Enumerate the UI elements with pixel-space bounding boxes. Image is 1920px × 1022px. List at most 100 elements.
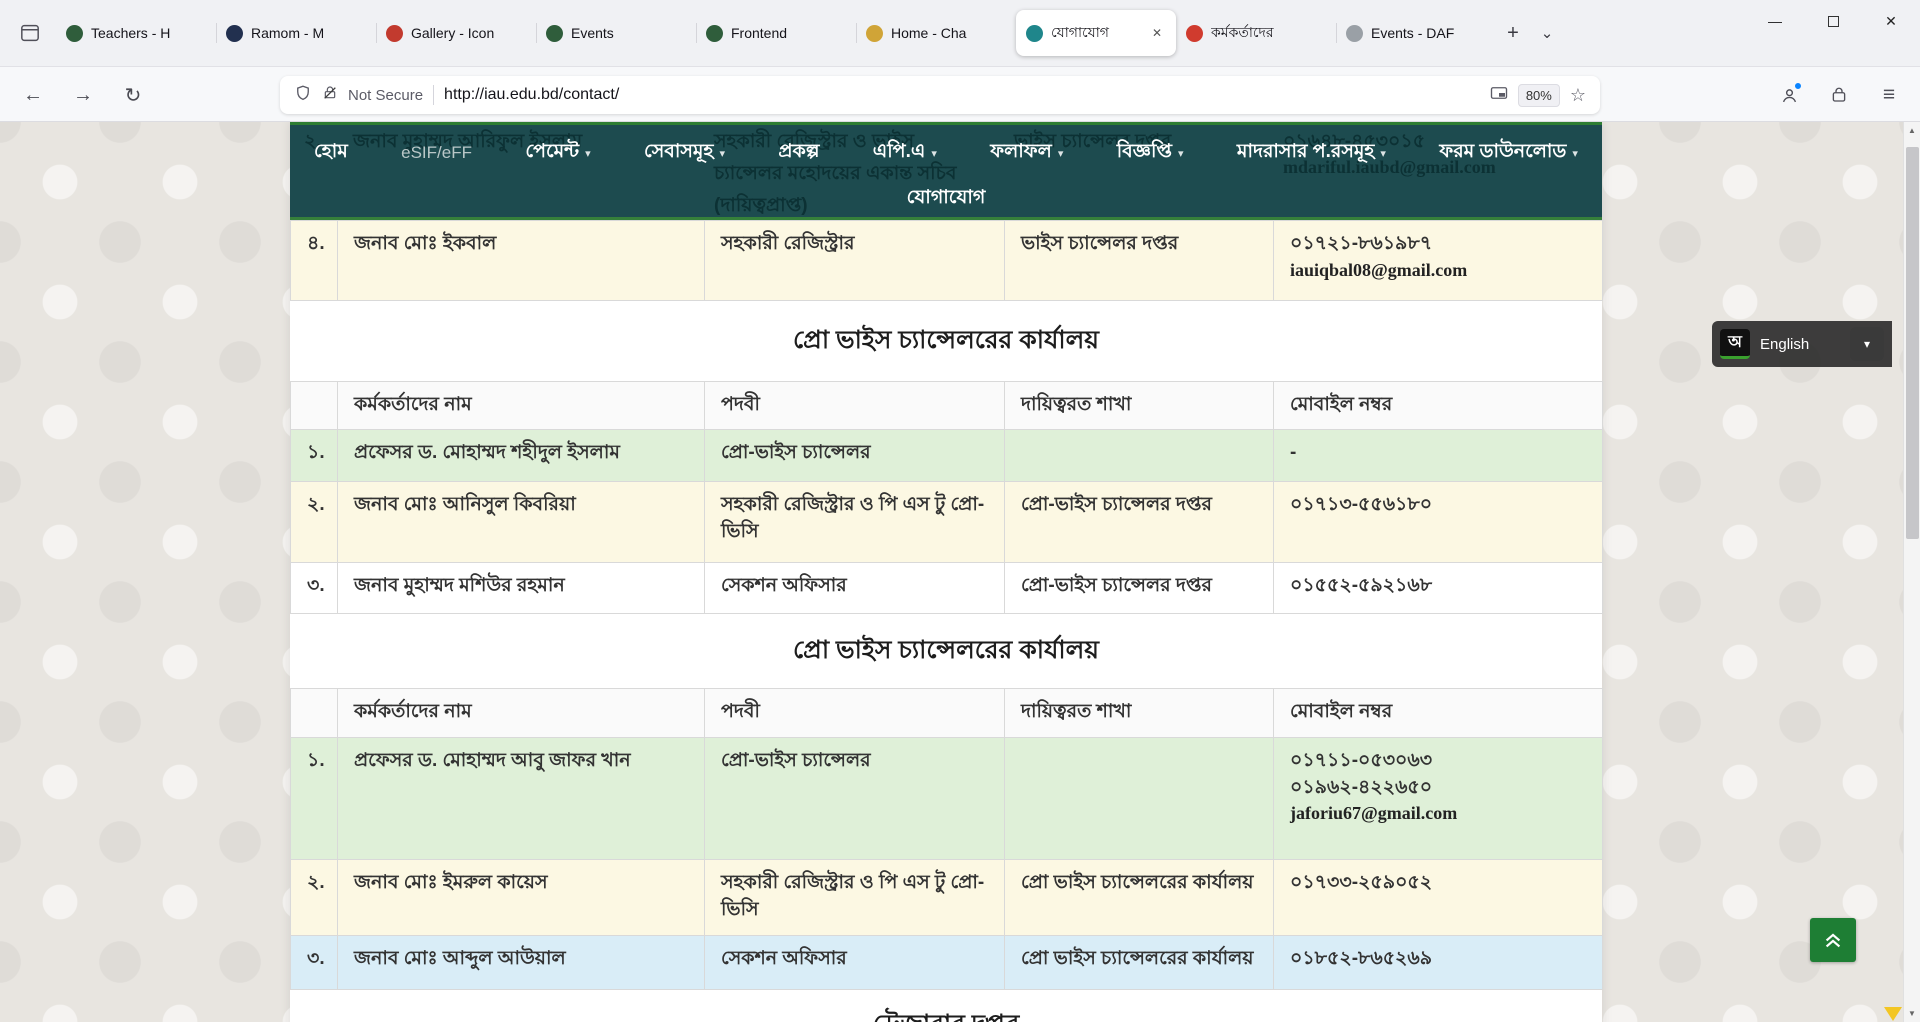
next-section-title: ট্রেজারার দপ্তর xyxy=(290,990,1602,1022)
account-icon[interactable] xyxy=(1770,76,1808,114)
close-button[interactable]: ✕ xyxy=(1862,0,1920,42)
cell-mobile: ০১৭২১-৮৬১৯৮৭ iauiqbal08@gmail.com xyxy=(1274,221,1603,301)
nav-item-label: সেবাসমূহ xyxy=(644,137,713,169)
list-all-tabs-button[interactable]: ⌄ xyxy=(1530,16,1564,50)
nav-item-payment[interactable]: পেমেন্ট ▾ xyxy=(525,137,590,169)
url-text[interactable]: http://iau.edu.bd/contact/ xyxy=(444,86,1480,104)
header-name: কর্মকর্তাদের নাম xyxy=(338,689,705,738)
language-dropdown-button[interactable]: ▾ xyxy=(1850,327,1884,361)
page-scrollbar[interactable]: ▲ ▼ xyxy=(1903,122,1920,1022)
email-address: jaforiu67@gmail.com xyxy=(1290,801,1586,826)
cell-name: জনাব মোঃ আব্দুল আউয়াল xyxy=(338,936,705,990)
table-row: ৩. জনাব মুহাম্মদ মশিউর রহমান সেকশন অফিসা… xyxy=(291,563,1603,614)
minimize-button[interactable]: — xyxy=(1746,0,1804,42)
cell-serial: ৩. xyxy=(291,936,338,990)
browser-tab[interactable]: Gallery - Icon xyxy=(376,10,536,56)
section-title: প্রো ভাইস চ্যান্সেলরের কার্যালয় xyxy=(290,301,1602,381)
cell-name: প্রফেসর ড. মোহাম্মদ শহীদুল ইসলাম xyxy=(338,430,705,482)
nav-item-contact[interactable]: যোগাযোগ xyxy=(907,183,986,215)
tab-favicon xyxy=(386,25,403,42)
new-tab-button[interactable]: + xyxy=(1496,16,1530,50)
nav-item-services[interactable]: সেবাসমূহ ▾ xyxy=(644,137,725,169)
tab-list: Teachers - H Ramom - M Gallery - Icon Ev… xyxy=(56,0,1496,67)
tab-favicon xyxy=(866,25,883,42)
security-label[interactable]: Not Secure xyxy=(348,87,423,104)
cell-designation: সহকারী রেজিস্ট্রার ও পি এস টু প্রো-ভিসি xyxy=(705,482,1005,563)
nav-item-label: এপি.এ xyxy=(873,137,926,169)
chevron-down-icon: ▾ xyxy=(931,147,937,160)
nav-row-1: হোম eSIF/eFF পেমেন্ট▾ সেবাসমূহ▾ প্রকল্প … xyxy=(290,137,1602,169)
browser-tab[interactable]: Events - DAF xyxy=(1336,10,1496,56)
shield-icon[interactable] xyxy=(294,84,312,107)
header-mobile: মোবাইল নম্বর xyxy=(1274,382,1603,430)
toolbar-right-icons: ≡ xyxy=(1770,76,1908,114)
header-department: দায়িত্বরত শাখা xyxy=(1005,689,1274,738)
cell-name: জনাব মোঃ ইমরুল কায়েস xyxy=(338,860,705,936)
cell-department xyxy=(1005,738,1274,860)
nav-item-apa[interactable]: এপি.এ ▾ xyxy=(873,137,937,169)
table-row: ১. প্রফেসর ড. মোহাম্মদ আবু জাফর খান প্রো… xyxy=(291,738,1603,860)
tab-favicon xyxy=(546,25,563,42)
scrollbar-thumb[interactable] xyxy=(1906,147,1919,539)
cell-mobile: ০১৭৩৩-২৫৯০৫২ xyxy=(1274,860,1603,936)
nav-item-esif[interactable]: eSIF/eFF xyxy=(401,137,472,169)
language-switcher-widget[interactable]: অ English ▾ xyxy=(1712,321,1892,367)
tab-favicon xyxy=(1186,25,1203,42)
nav-item-madrasah[interactable]: মাদরাসার প.রসমূহ▾ xyxy=(1237,137,1386,169)
insecure-lock-icon[interactable] xyxy=(322,85,338,106)
header-name: কর্মকর্তাদের নাম xyxy=(338,382,705,430)
forward-button[interactable]: → xyxy=(64,76,102,114)
nav-row-2: যোগাযোগ xyxy=(290,183,1602,215)
extensions-icon[interactable] xyxy=(1820,76,1858,114)
browser-tab[interactable]: কর্মকর্তাদের xyxy=(1176,10,1336,56)
account-notification-dot xyxy=(1794,82,1802,90)
page-content: ২. জনাব মুহাম্মদ আরিফুল ইসলাম সহকারী রেজ… xyxy=(290,122,1602,1022)
cell-serial: ২. xyxy=(291,860,338,936)
menu-hamburger-icon[interactable]: ≡ xyxy=(1870,76,1908,114)
chevron-down-icon: ▾ xyxy=(585,147,591,160)
tab-title: Ramom - M xyxy=(251,25,366,41)
browser-tab[interactable]: Teachers - H xyxy=(56,10,216,56)
tab-close-icon[interactable]: ✕ xyxy=(1148,24,1166,42)
scroll-to-top-button[interactable] xyxy=(1810,918,1856,962)
bookmark-star-icon[interactable]: ☆ xyxy=(1570,85,1586,106)
cell-name: জনাব মোঃ ইকবাল xyxy=(338,221,705,301)
scrollbar-up-arrow[interactable]: ▲ xyxy=(1904,122,1920,139)
nav-item-label: পেমেন্ট xyxy=(525,137,579,169)
nav-item-label: মাদরাসার প.রসমূহ xyxy=(1237,137,1375,169)
nav-item-label: ফলাফল xyxy=(990,137,1052,169)
browser-tab[interactable]: Home - Cha xyxy=(856,10,1016,56)
cell-mobile: ০১৮৫২-৮৬৫২৬৯ xyxy=(1274,936,1603,990)
nav-item-label: বিজ্ঞপ্তি xyxy=(1117,137,1172,169)
browser-tab[interactable]: Frontend xyxy=(696,10,856,56)
nav-item-home[interactable]: হোম xyxy=(314,137,348,169)
cell-designation: প্রো-ভাইস চ্যান্সেলর xyxy=(705,738,1005,860)
header-serial xyxy=(291,689,338,738)
address-bar[interactable]: Not Secure http://iau.edu.bd/contact/ 80… xyxy=(280,76,1600,114)
cell-name: জনাব মোঃ আনিসুল কিবরিয়া xyxy=(338,482,705,563)
nav-item-notices[interactable]: বিজ্ঞপ্তি▾ xyxy=(1117,137,1184,169)
chevron-down-icon: ▾ xyxy=(719,147,725,160)
back-button[interactable]: ← xyxy=(14,76,52,114)
officials-table-2: কর্মকর্তাদের নাম পদবী দায়িত্বরত শাখা মো… xyxy=(290,688,1603,990)
zoom-level-badge[interactable]: 80% xyxy=(1518,84,1560,107)
nav-item-results[interactable]: ফলাফল▾ xyxy=(990,137,1063,169)
cell-department: ভাইস চ্যান্সেলর দপ্তর xyxy=(1005,221,1274,301)
browser-tab[interactable]: Ramom - M xyxy=(216,10,376,56)
nav-item-projects[interactable]: প্রকল্প xyxy=(778,137,819,169)
section-title: প্রো ভাইস চ্যান্সেলরের কার্যালয় xyxy=(290,614,1602,688)
browser-tab[interactable]: Events xyxy=(536,10,696,56)
cell-designation: সেকশন অফিসার xyxy=(705,563,1005,614)
browser-tab-active[interactable]: যোগাযোগ ✕ xyxy=(1016,10,1176,56)
reload-button[interactable]: ↻ xyxy=(114,76,152,114)
header-designation: পদবী xyxy=(705,382,1005,430)
picture-in-picture-icon[interactable] xyxy=(1490,85,1508,106)
scrollbar-down-arrow[interactable]: ▼ xyxy=(1904,1005,1920,1022)
cell-designation: সহকারী রেজিস্ট্রার xyxy=(705,221,1005,301)
browser-window: Teachers - H Ramom - M Gallery - Icon Ev… xyxy=(0,0,1920,1022)
address-toolbar: ← → ↻ Not Secure http://iau.edu.bd/conta… xyxy=(0,67,1920,122)
firefox-view-icon[interactable] xyxy=(12,15,48,51)
tab-title: Gallery - Icon xyxy=(411,25,526,41)
nav-item-form-download[interactable]: ফরম ডাউনলোড▾ xyxy=(1439,137,1578,169)
maximize-button[interactable] xyxy=(1804,0,1862,42)
